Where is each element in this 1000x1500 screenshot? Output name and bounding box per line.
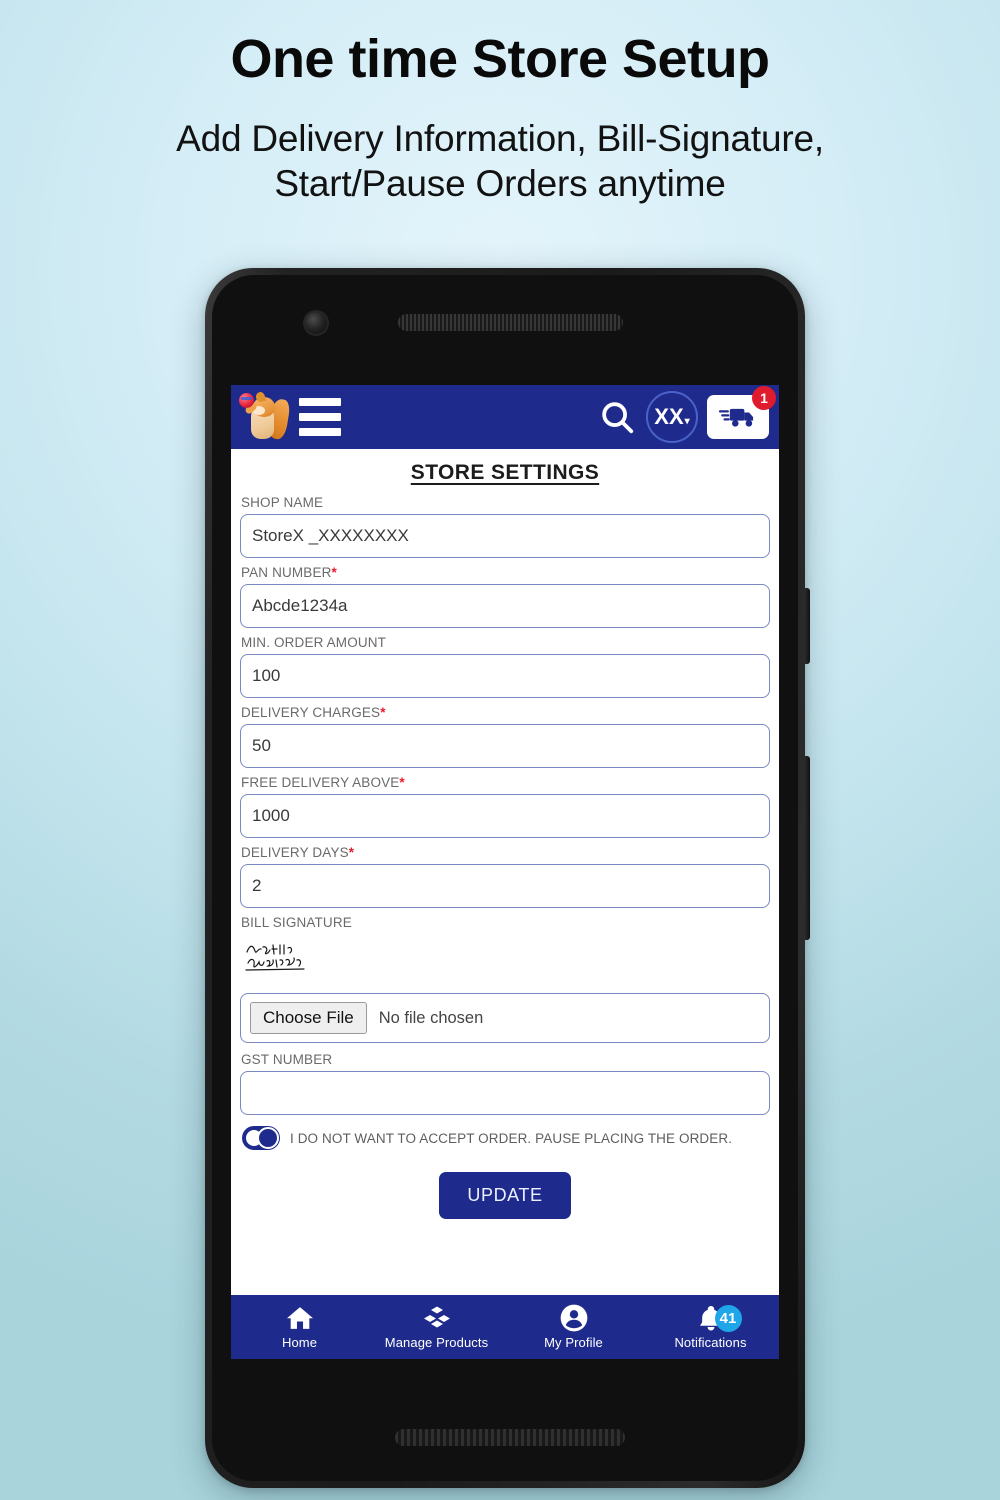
nav-item-manage-products[interactable]: Manage Products — [368, 1304, 505, 1350]
boxes-icon — [422, 1304, 452, 1332]
bill-signature-preview-icon — [240, 934, 770, 986]
pause-orders-label: I DO NOT WANT TO ACCEPT ORDER. PAUSE PLA… — [290, 1130, 733, 1146]
nav-label: Home — [281, 1335, 318, 1350]
store-settings-form: STORE SETTINGS SHOP NAME StoreX _XXXXXXX… — [231, 449, 779, 1295]
required-marker: * — [399, 775, 405, 790]
promo-subtitle: Add Delivery Information, Bill-Signature… — [0, 116, 1000, 206]
field-delivery-charges: DELIVERY CHARGES* 50 — [240, 705, 770, 768]
label-text: DELIVERY DAYS — [241, 845, 349, 860]
promo-title: One time Store Setup — [230, 29, 770, 89]
update-button[interactable]: UPDATE — [439, 1172, 571, 1219]
front-camera-icon — [305, 312, 327, 334]
pause-orders-toggle[interactable] — [242, 1126, 280, 1150]
required-marker: * — [331, 565, 337, 580]
file-status-text: No file chosen — [378, 1008, 484, 1027]
nav-item-notifications[interactable]: Notifications 41 — [642, 1304, 779, 1350]
label-text: BILL SIGNATURE — [241, 915, 352, 930]
hamburger-menu-icon[interactable] — [299, 398, 341, 436]
field-label: FREE DELIVERY ABOVE* — [240, 775, 770, 790]
gst-number-input[interactable] — [240, 1071, 770, 1115]
min-order-amount-input[interactable]: 100 — [240, 654, 770, 698]
required-marker: * — [380, 705, 386, 720]
field-label: BILL SIGNATURE — [240, 915, 770, 930]
label-text: PAN NUMBER — [241, 565, 332, 580]
field-gst-number: GST NUMBER — [240, 1052, 770, 1115]
search-icon[interactable] — [598, 398, 636, 436]
field-label: MIN. ORDER AMOUNT — [240, 635, 770, 650]
field-label: PAN NUMBER* — [240, 565, 770, 580]
bottom-speaker-grille — [395, 1429, 625, 1446]
app-top-bar: XX ▾ 1 — [231, 385, 779, 449]
user-avatar-dropdown[interactable]: XX ▾ — [646, 391, 698, 443]
label-text: DELIVERY CHARGES — [241, 705, 381, 720]
promo-subtitle-line-1: Add Delivery Information, Bill-Signature… — [176, 118, 824, 160]
notifications-badge: 41 — [714, 1305, 742, 1332]
delivery-orders-button[interactable]: 1 — [707, 386, 776, 439]
label-text: MIN. ORDER AMOUNT — [241, 635, 387, 650]
free-delivery-above-input[interactable]: 1000 — [240, 794, 770, 838]
chevron-down-icon: ▾ — [684, 415, 690, 427]
label-text: SHOP NAME — [241, 495, 324, 510]
volume-rocker-button[interactable] — [804, 756, 810, 940]
label-text: GST NUMBER — [241, 1052, 333, 1067]
delivery-days-input[interactable]: 2 — [240, 864, 770, 908]
field-delivery-days: DELIVERY DAYS* 2 — [240, 845, 770, 908]
person-icon — [560, 1304, 588, 1332]
nav-item-home[interactable]: Home — [231, 1304, 368, 1350]
promo-subtitle-line-2: Start/Pause Orders anytime — [274, 163, 726, 205]
earpiece-speaker-grille — [398, 314, 623, 331]
required-marker: * — [348, 845, 355, 860]
pan-number-input[interactable]: Abcde1234a — [240, 584, 770, 628]
bill-signature-file-input[interactable]: Choose File No file chosen — [240, 993, 770, 1043]
field-label: DELIVERY DAYS* — [240, 845, 770, 860]
field-label: DELIVERY CHARGES* — [240, 705, 770, 720]
avatar-initials: XX — [654, 404, 684, 429]
choose-file-button[interactable]: Choose File — [250, 1002, 367, 1034]
pause-orders-row: I DO NOT WANT TO ACCEPT ORDER. PAUSE PLA… — [240, 1126, 770, 1150]
bottom-navigation-bar: Home Manage Products My Profile Notifica… — [231, 1295, 779, 1359]
home-icon — [285, 1304, 315, 1332]
squirrel-mascot-icon[interactable] — [239, 390, 292, 443]
nav-label: Manage Products — [384, 1335, 489, 1350]
label-text: FREE DELIVERY ABOVE — [241, 775, 400, 790]
power-button[interactable] — [804, 588, 810, 664]
promo-header: One time Store Setup Add Delivery Inform… — [0, 0, 1000, 207]
field-label: GST NUMBER — [240, 1052, 770, 1067]
phone-device-frame: XX ▾ 1 STORE SETTINGS SHOP NAME StoreX _… — [205, 268, 810, 1488]
field-bill-signature: BILL SIGNATURE — [240, 915, 770, 986]
field-pan-number: PAN NUMBER* Abcde1234a — [240, 565, 770, 628]
field-min-order-amount: MIN. ORDER AMOUNT 100 — [240, 635, 770, 698]
app-screen: XX ▾ 1 STORE SETTINGS SHOP NAME StoreX _… — [231, 385, 779, 1359]
delivery-charges-input[interactable]: 50 — [240, 724, 770, 768]
nav-label: Notifications — [674, 1335, 747, 1350]
field-label: SHOP NAME — [240, 495, 770, 510]
shop-name-input[interactable]: StoreX _XXXXXXXX — [240, 514, 770, 558]
field-shop-name: SHOP NAME StoreX _XXXXXXXX — [240, 495, 770, 558]
update-button-container: UPDATE — [240, 1172, 770, 1219]
nav-label: My Profile — [544, 1335, 603, 1350]
field-free-delivery-above: FREE DELIVERY ABOVE* 1000 — [240, 775, 770, 838]
nav-item-my-profile[interactable]: My Profile — [505, 1304, 642, 1350]
page-title: STORE SETTINGS — [410, 461, 600, 484]
cart-badge: 1 — [752, 386, 776, 410]
toggle-knob — [257, 1127, 279, 1149]
